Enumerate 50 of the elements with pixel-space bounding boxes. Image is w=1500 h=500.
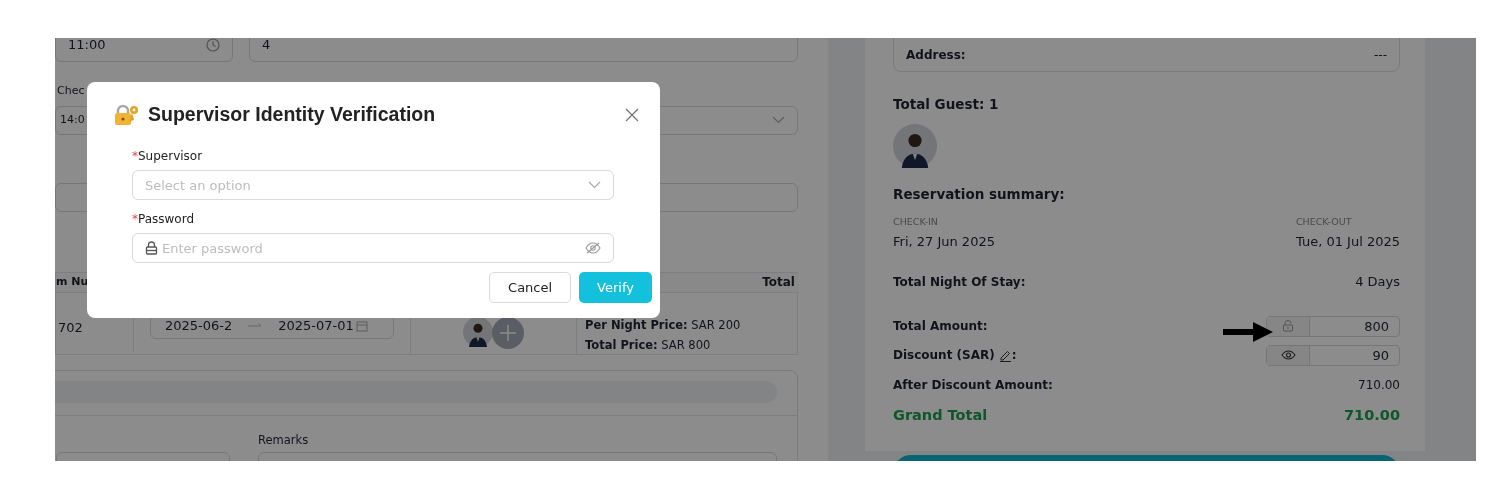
field-label: Discount (SAR) bbox=[893, 347, 995, 365]
section-title: Reservation summary: bbox=[893, 185, 1065, 205]
field-value: --- bbox=[1374, 47, 1387, 64]
required-mark: * bbox=[132, 148, 138, 166]
edit-icon[interactable] bbox=[998, 348, 1012, 362]
modal-title: Supervisor Identity Verification bbox=[148, 102, 436, 127]
table-cell-text: 702 bbox=[58, 318, 83, 337]
field-label: Address: bbox=[906, 47, 966, 64]
required-mark: * bbox=[132, 211, 138, 229]
hide-password-icon[interactable] bbox=[585, 242, 601, 255]
label-colon: : bbox=[1011, 347, 1017, 365]
time-field[interactable]: 11:00 bbox=[55, 38, 233, 62]
add-guest-button[interactable] bbox=[491, 316, 525, 349]
field-value: 4 Days bbox=[1355, 273, 1400, 292]
range-arrow-icon bbox=[248, 323, 263, 329]
password-field[interactable]: Enter password bbox=[132, 233, 614, 264]
select-field[interactable]: Select an option bbox=[132, 170, 614, 201]
field-label: After Discount Amount: bbox=[893, 376, 1053, 394]
close-button[interactable] bbox=[625, 107, 639, 122]
field-label: Remarks bbox=[258, 432, 309, 449]
arrow-icon bbox=[1223, 321, 1273, 343]
field-label: Supervisor bbox=[138, 148, 203, 166]
field-label: Chec bbox=[57, 83, 85, 99]
cancel-button[interactable]: Cancel bbox=[489, 272, 572, 304]
date-text: 2025-07-01 bbox=[278, 317, 354, 336]
field-label: Total Night Of Stay: bbox=[893, 274, 1026, 291]
field-value: 710.00 bbox=[1358, 376, 1400, 394]
column-header: m Nu bbox=[56, 273, 89, 290]
chevron-down-icon bbox=[772, 116, 785, 124]
password-input[interactable]: Enter password bbox=[162, 238, 581, 258]
date-text: Fri, 27 Jun 2025 bbox=[893, 232, 995, 251]
field-label: Grand Total bbox=[893, 405, 988, 425]
field-label: CHECK-OUT bbox=[1295, 214, 1353, 229]
price-text: Total Price: SAR 800 bbox=[585, 336, 712, 354]
lock-icon bbox=[145, 241, 158, 256]
total-value: 710.00 bbox=[1344, 405, 1400, 425]
date-text: Tue, 01 Jul 2025 bbox=[1295, 232, 1400, 251]
field-label: Password bbox=[138, 211, 195, 229]
lock-key-icon bbox=[114, 103, 140, 126]
text-field[interactable]: 4 bbox=[249, 38, 798, 62]
price-text: Per Night Price: SAR 200 bbox=[585, 316, 742, 334]
chevron-down-icon bbox=[588, 181, 601, 190]
select-input[interactable]: Select an option bbox=[145, 175, 584, 195]
field-label: Total Amount: bbox=[893, 318, 988, 336]
column-header: Total bbox=[762, 274, 795, 291]
field-label: CHECK-IN bbox=[893, 214, 939, 229]
calendar-icon bbox=[355, 320, 368, 332]
section-title: Total Guest: 1 bbox=[893, 95, 999, 114]
date-text: 2025-06-2 bbox=[165, 317, 233, 336]
clock-icon bbox=[206, 38, 220, 52]
